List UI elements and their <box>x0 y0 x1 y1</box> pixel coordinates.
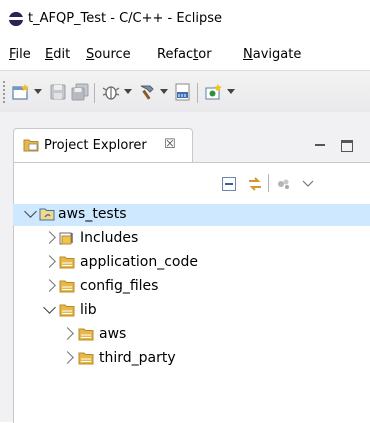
tree-item-label: aws <box>99 326 127 342</box>
toolbar-grip[interactable] <box>3 81 5 103</box>
build-icon[interactable] <box>138 83 156 101</box>
tree-item-label: third_party <box>99 350 176 366</box>
menu-refactor[interactable]: Refactor <box>157 47 212 62</box>
view-toolbar-separator <box>268 174 269 192</box>
new-class-icon[interactable] <box>205 83 223 101</box>
window-title: t_AFQP_Test - C/C++ - Eclipse <box>28 11 222 26</box>
binary-icon[interactable] <box>174 83 192 101</box>
filter-icon[interactable] <box>276 176 292 192</box>
eclipse-icon <box>9 12 23 26</box>
folder-icon <box>59 280 75 293</box>
tree-item-aws[interactable]: aws <box>13 324 370 346</box>
expanded-chevron-icon[interactable] <box>24 205 37 218</box>
folder-icon <box>78 328 94 341</box>
maximize-icon[interactable] <box>341 140 353 152</box>
includes-icon <box>59 232 73 245</box>
toolbar-separator <box>94 83 95 103</box>
save-all-icon[interactable] <box>71 83 89 101</box>
tree-item-lib[interactable]: lib <box>13 300 370 322</box>
tree-item-label: lib <box>80 302 97 318</box>
menu-file[interactable]: File <box>9 47 31 62</box>
tab-project-explorer[interactable]: Project Explorer ☒ <box>13 128 193 163</box>
collapsed-chevron-icon[interactable] <box>61 351 74 364</box>
menu-edit[interactable]: Edit <box>45 47 70 62</box>
tree-item-label: config_files <box>80 278 159 294</box>
expanded-chevron-icon[interactable] <box>43 301 56 314</box>
new-icon[interactable] <box>12 83 30 101</box>
toolbar-separator <box>197 83 198 103</box>
tree-item-aws-tests[interactable]: aws_tests <box>13 204 370 226</box>
new-dropdown-icon[interactable] <box>34 89 42 94</box>
title-bar: t_AFQP_Test - C/C++ - Eclipse <box>0 0 370 40</box>
debug-dropdown-icon[interactable] <box>124 89 132 94</box>
folder-icon <box>59 304 75 317</box>
tree-item-label: Includes <box>80 230 139 246</box>
tree-item-label: aws_tests <box>58 206 127 222</box>
view-menu-icon[interactable] <box>302 176 314 192</box>
folder-icon <box>78 352 94 365</box>
collapsed-chevron-icon[interactable] <box>43 231 56 244</box>
close-icon[interactable]: ☒ <box>164 137 176 152</box>
collapse-all-icon[interactable] <box>221 176 237 192</box>
menu-navigate[interactable]: Navigate <box>243 47 301 62</box>
debug-icon[interactable] <box>102 83 120 101</box>
menu-source[interactable]: Source <box>86 47 131 62</box>
folder-icon <box>59 256 75 269</box>
tab-label: Project Explorer <box>44 138 147 153</box>
new-class-dropdown-icon[interactable] <box>227 89 235 94</box>
tree-item-label: application_code <box>80 254 198 270</box>
collapsed-chevron-icon[interactable] <box>43 255 56 268</box>
tree-item-config-files[interactable]: config_files <box>13 276 370 298</box>
collapsed-chevron-icon[interactable] <box>43 279 56 292</box>
tree-item-third-party[interactable]: third_party <box>13 348 370 370</box>
main-toolbar <box>0 70 370 114</box>
tree-item-application-code[interactable]: application_code <box>13 252 370 274</box>
project-icon <box>39 208 55 221</box>
project-explorer-icon <box>23 139 39 152</box>
build-dropdown-icon[interactable] <box>160 89 168 94</box>
minimize-icon[interactable] <box>314 140 327 152</box>
tree-item-includes[interactable]: Includes <box>13 228 370 250</box>
link-with-editor-icon[interactable] <box>247 176 263 192</box>
menu-bar: File Edit Source Refactor Navigate <box>0 40 370 70</box>
save-icon[interactable] <box>49 83 67 101</box>
collapsed-chevron-icon[interactable] <box>61 327 74 340</box>
